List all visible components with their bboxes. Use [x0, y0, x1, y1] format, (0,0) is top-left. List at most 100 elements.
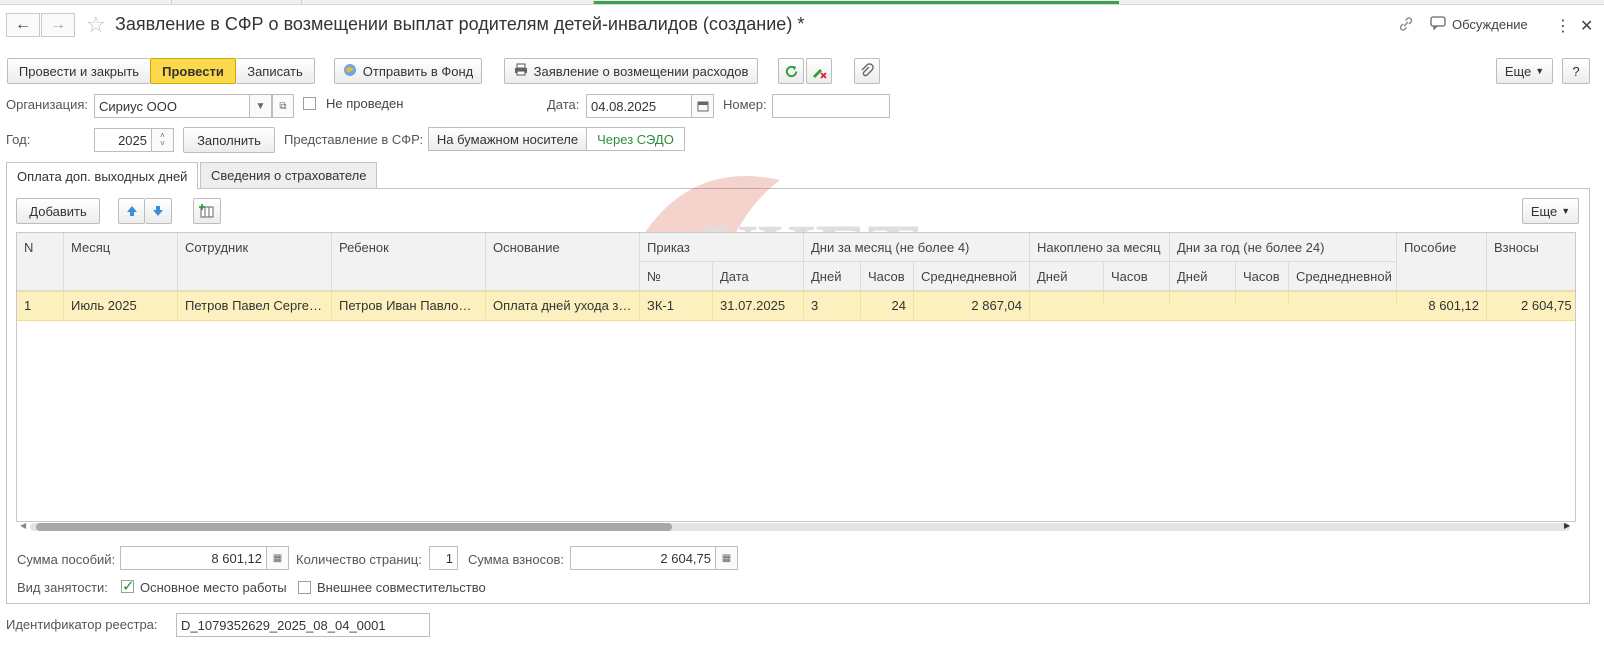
scrollbar-thumb[interactable]: [36, 523, 672, 531]
date-label: Дата:: [547, 97, 580, 112]
cell-contributions[interactable]: 2 604,75: [1487, 292, 1575, 319]
cell-dy-hours[interactable]: [1236, 292, 1289, 304]
chevron-down-icon: ▼: [1535, 66, 1545, 76]
column-header-ac-days[interactable]: Дней: [1030, 262, 1104, 291]
cell-order-no[interactable]: ЗК-1: [640, 292, 713, 319]
post-button[interactable]: Провести: [150, 58, 236, 84]
calendar-icon[interactable]: [692, 94, 714, 118]
table-row[interactable]: 1 Июль 2025 Петров Павел Сергеевич Петро…: [17, 291, 1575, 321]
printer-icon: [514, 63, 528, 79]
column-header-benefit[interactable]: Пособие: [1397, 233, 1487, 291]
window-tab[interactable]: [0, 0, 172, 4]
window-tab[interactable]: [302, 0, 594, 4]
not-posted-checkbox[interactable]: [303, 97, 316, 110]
column-header-order[interactable]: Приказ: [640, 233, 804, 262]
column-header-dm-hours[interactable]: Часов: [861, 262, 914, 291]
add-button[interactable]: Добавить: [16, 198, 100, 224]
calculator-icon[interactable]: ▦: [267, 546, 289, 570]
scroll-left-icon[interactable]: ◀: [20, 521, 26, 530]
column-header-dm-avg[interactable]: Среднедневной: [914, 262, 1030, 291]
column-header-dy-days[interactable]: Дней: [1170, 262, 1236, 291]
edit-clear-icon[interactable]: [806, 58, 832, 84]
more-vertical-icon[interactable]: ⋮: [1555, 16, 1571, 36]
column-header-employee[interactable]: Сотрудник: [178, 233, 332, 291]
tab-insurer-info[interactable]: Сведения о страхователе: [200, 162, 378, 188]
link-icon[interactable]: [1398, 16, 1414, 32]
column-header-child[interactable]: Ребенок: [332, 233, 486, 291]
cell-dm-days[interactable]: 3: [804, 292, 861, 319]
chat-icon: [1430, 16, 1446, 33]
arrow-left-icon: ←: [15, 16, 31, 33]
org-field[interactable]: Сириус ООО: [94, 94, 250, 118]
calculator-icon[interactable]: ▦: [716, 546, 738, 570]
window-tab[interactable]: [172, 0, 302, 4]
year-field[interactable]: 2025: [94, 128, 152, 152]
discussion-label: Обсуждение: [1452, 17, 1528, 32]
presentation-label: Представление в СФР:: [284, 132, 424, 147]
cell-ac-hours[interactable]: [1104, 292, 1170, 304]
column-header-month[interactable]: Месяц: [64, 233, 178, 291]
column-header-order-date[interactable]: Дата: [713, 262, 804, 291]
horizontal-scrollbar[interactable]: [30, 523, 1570, 531]
back-button[interactable]: ←: [6, 13, 40, 37]
cell-basis[interactable]: Оплата дней ухода за ребенком-инвалидом: [486, 292, 640, 319]
forward-button[interactable]: →: [41, 13, 75, 37]
cell-order-date[interactable]: 31.07.2025: [713, 292, 804, 319]
send-to-fund-button[interactable]: Отправить в Фонд: [334, 58, 482, 84]
registry-id-field[interactable]: D_1079352629_2025_08_04_0001: [176, 613, 430, 637]
dropdown-button[interactable]: ▼: [250, 94, 272, 118]
cell-dm-avg[interactable]: 2 867,04: [914, 292, 1030, 319]
column-header-ac-hours[interactable]: Часов: [1104, 262, 1170, 291]
close-icon[interactable]: ✕: [1580, 16, 1593, 36]
benefit-sum-label: Сумма пособий:: [17, 552, 116, 567]
column-header-n[interactable]: N: [17, 233, 64, 291]
move-up-icon[interactable]: [118, 198, 145, 224]
move-down-icon[interactable]: [145, 198, 172, 224]
column-header-dy-avg[interactable]: Среднедневной: [1289, 262, 1397, 291]
number-field[interactable]: [772, 94, 890, 118]
date-field[interactable]: 04.08.2025: [586, 94, 692, 118]
fill-button[interactable]: Заполнить: [183, 127, 275, 153]
column-header-basis[interactable]: Основание: [486, 233, 640, 291]
open-icon[interactable]: ⧉: [272, 94, 294, 118]
column-header-dm-days[interactable]: Дней: [804, 262, 861, 291]
column-header-contributions[interactable]: Взносы: [1487, 233, 1575, 291]
cell-ac-days[interactable]: [1030, 292, 1104, 304]
external-job-checkbox[interactable]: [298, 581, 311, 594]
save-button[interactable]: Записать: [236, 58, 315, 84]
pages-field[interactable]: 1: [429, 546, 458, 570]
tab-additional-days[interactable]: Оплата доп. выходных дней: [6, 162, 199, 189]
cell-dy-days[interactable]: [1170, 292, 1236, 304]
claims-table: N Месяц Сотрудник Ребенок Основание Прик…: [16, 232, 1576, 522]
window-tab-active[interactable]: [594, 0, 1119, 4]
column-header-days-month[interactable]: Дни за месяц (не более 4): [804, 233, 1030, 262]
cell-dy-avg[interactable]: [1289, 292, 1397, 304]
cell-dm-hours[interactable]: 24: [861, 292, 914, 319]
refresh-icon[interactable]: [778, 58, 804, 84]
cell-benefit[interactable]: 8 601,12: [1397, 292, 1487, 319]
paper-option[interactable]: На бумажном носителе: [428, 127, 587, 151]
main-job-checkbox[interactable]: [121, 577, 135, 595]
scroll-right-icon[interactable]: ▶: [1564, 521, 1570, 530]
table-settings-icon[interactable]: [193, 198, 221, 224]
sedo-option[interactable]: Через СЭДО: [587, 127, 685, 151]
print-claim-button[interactable]: Заявление о возмещении расходов: [504, 58, 758, 84]
cell-child[interactable]: Петров Иван Павлович: [332, 292, 486, 319]
contrib-sum-label: Сумма взносов:: [468, 552, 564, 567]
help-button[interactable]: ?: [1562, 58, 1590, 84]
table-more-button[interactable]: Еще ▼: [1522, 198, 1579, 224]
more-button[interactable]: Еще ▼: [1496, 58, 1553, 84]
discussion-button[interactable]: Обсуждение: [1430, 16, 1528, 33]
pages-label: Количество страниц:: [296, 552, 422, 567]
column-header-accumulated[interactable]: Накоплено за месяц: [1030, 233, 1170, 262]
column-header-days-year[interactable]: Дни за год (не более 24): [1170, 233, 1397, 262]
column-header-dy-hours[interactable]: Часов: [1236, 262, 1289, 291]
column-header-order-no[interactable]: №: [640, 262, 713, 291]
cell-n[interactable]: 1: [17, 292, 64, 319]
cell-month[interactable]: Июль 2025: [64, 292, 178, 319]
year-stepper[interactable]: ˄ ˅: [152, 128, 174, 152]
attachment-icon[interactable]: [854, 58, 880, 84]
cell-employee[interactable]: Петров Павел Сергеевич: [178, 292, 332, 319]
post-and-close-button[interactable]: Провести и закрыть: [7, 58, 150, 84]
favorite-star-icon[interactable]: ☆: [86, 13, 106, 37]
